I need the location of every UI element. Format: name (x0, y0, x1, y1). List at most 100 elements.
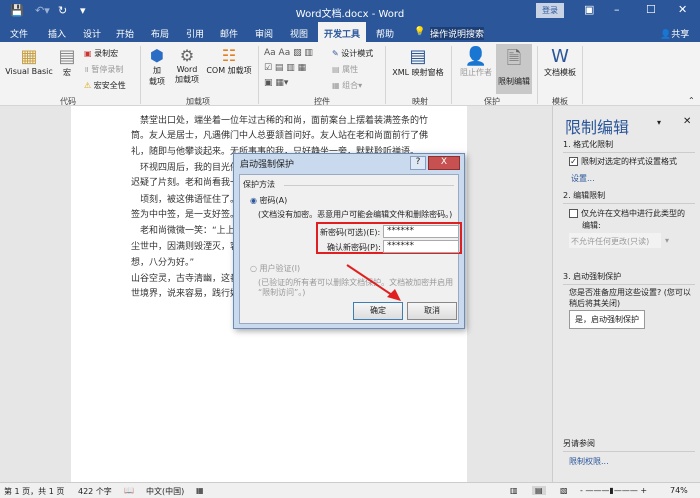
tell-me-search[interactable]: 操作说明搜索 (430, 27, 485, 40)
properties-button[interactable]: ▤ 属性 (332, 64, 358, 75)
print-layout-icon[interactable]: ▤ (532, 486, 546, 495)
design-mode-label: 设计模式 (341, 49, 374, 58)
design-mode-icon: ✎ (332, 49, 339, 58)
ok-button[interactable]: 确定 (353, 302, 403, 320)
editing-type-select[interactable]: 不允许任何更改(只读) ▾ (569, 233, 669, 248)
visual-basic-label: Visual Basic (5, 67, 53, 76)
language[interactable]: 中文(中国) (146, 486, 184, 497)
user-auth-radio[interactable]: ○ 用户验证(I) (250, 263, 300, 274)
word-addins-button[interactable]: ⚙ Word 加载项 (172, 46, 202, 85)
settings-link[interactable]: 设置... (571, 173, 595, 184)
share-label: 共享 (671, 30, 690, 40)
password-radio[interactable]: ◉ 密码(A) (250, 195, 287, 206)
formatting-checkbox-label: 限制对选定的样式设置格式 (581, 157, 677, 166)
page-count[interactable]: 第 1 页，共 1 页 (4, 486, 64, 497)
ribbon: ▦ Visual Basic ▤ 宏 ▣ 录制宏 ॥ 暂停录制 ⚠ 宏安全性 代码 … (0, 42, 700, 106)
restrict-editing-pane: 限制编辑 ▾ ✕ 1. 格式化限制 ✓ 限制对选定的样式设置格式 设置... 2.… (552, 106, 700, 482)
share-button[interactable]: 👤共享 (660, 27, 689, 40)
dialog-title: 启动强制保护 (240, 160, 295, 170)
start-enforcing-button[interactable]: 是，启动强制保护 (569, 310, 645, 329)
ribbon-tabs: 文件 插入 设计 开始 布局 引用 邮件 审阅 视图 开发工具 帮助 💡 操作说… (0, 22, 700, 42)
macros-label: 宏 (63, 68, 71, 77)
pane-options-icon[interactable]: ▾ (657, 118, 661, 127)
word-addins-label: Word (176, 65, 198, 74)
tab-insert[interactable]: 插入 (48, 27, 66, 40)
password-note: (文档没有加密。恶意用户可能会编辑文件和删除密码。) (258, 210, 453, 219)
document-template-button[interactable]: W 文档模板 (542, 46, 578, 78)
word-template-icon: W (551, 46, 569, 67)
divider (140, 46, 141, 104)
enforcement-question: 您是否准备应用这些设置? (您可以 (569, 288, 691, 297)
minimize-icon[interactable]: – (614, 3, 620, 16)
doc-line: 世境界，说来容易，践行好难 (131, 289, 249, 299)
addins-icon: ⬢ (150, 46, 164, 65)
help-button[interactable]: ? (410, 156, 426, 170)
pane-title: 限制编辑 (565, 118, 630, 137)
design-mode-button[interactable]: ✎ 设计模式 (332, 48, 373, 59)
web-layout-icon[interactable]: ▧ (560, 486, 568, 495)
dialog-close-button[interactable]: X (428, 156, 460, 170)
divider (284, 185, 454, 186)
section-editing: 2. 编辑限制 (563, 190, 695, 204)
pane-close-icon[interactable]: ✕ (683, 116, 691, 127)
login-button[interactable]: 登录 (536, 3, 564, 18)
checkbox-checked-icon: ✓ (569, 157, 578, 166)
tab-design[interactable]: 设计 (83, 27, 101, 40)
proofing-icon[interactable]: 📖 (124, 486, 134, 495)
tab-review[interactable]: 审阅 (255, 27, 273, 40)
cancel-button[interactable]: 取消 (407, 302, 457, 320)
doc-line: 筒。友人是居士，凡遇佛门中人总要颔首问好。友人站在老和尚面前行了佛 (131, 131, 429, 141)
macros-button[interactable]: ▤ 宏 (56, 46, 78, 78)
red-arrow-annotation (346, 264, 401, 301)
restrict-permission-link[interactable]: 限制权限... (569, 456, 609, 467)
start-enforcing-protection-dialog: 启动强制保护 ? X 保护方法 ◉ 密码(A) (文档没有加密。恶意用户可能会编… (233, 153, 465, 329)
tab-references[interactable]: 引用 (186, 27, 204, 40)
doc-line: 签为中中签，是一支好签。“ (131, 210, 244, 220)
divider (582, 46, 583, 104)
ribbon-display-icon[interactable]: ▣ (584, 3, 594, 16)
macro-security-button[interactable]: ⚠ 宏安全性 (84, 80, 126, 91)
zoom-slider[interactable]: - ———▮——— + (580, 486, 647, 495)
block-authors-icon: 👤 (464, 46, 488, 67)
editing-checkbox-label: 仅允许在文档中进行此类型的 (581, 209, 685, 218)
zoom-level[interactable]: 74% (670, 486, 688, 495)
tab-help[interactable]: 帮助 (376, 27, 394, 40)
tab-mailings[interactable]: 邮件 (220, 27, 238, 40)
tab-developer[interactable]: 开发工具 (318, 22, 367, 42)
restrict-editing-button[interactable]: 🗎 限制编辑 (496, 44, 532, 94)
com-addins-button[interactable]: ☷ COM 加载项 (204, 46, 254, 76)
close-icon[interactable]: ✕ (678, 3, 687, 16)
group-button[interactable]: ▦ 组合▾ (332, 80, 362, 91)
word-count[interactable]: 422 个字 (78, 486, 112, 497)
see-also-heading: 另请参阅 (563, 438, 695, 452)
tab-home[interactable]: 开始 (116, 27, 134, 40)
xml-mapping-label: XML 映射窗格 (392, 68, 444, 77)
macro-record-icon[interactable]: ▦ (196, 486, 204, 495)
record-macro-button[interactable]: ▣ 录制宏 (84, 48, 118, 59)
chevron-down-icon: ▾ (665, 236, 670, 245)
new-password-input[interactable]: ****** (383, 225, 459, 238)
divider (537, 46, 538, 104)
read-mode-icon[interactable]: ▥ (510, 486, 518, 495)
xml-mapping-button[interactable]: ▤ XML 映射窗格 (390, 46, 446, 78)
confirm-password-label: 确认新密码(P): (327, 243, 381, 252)
tab-layout[interactable]: 布局 (151, 27, 169, 40)
maximize-icon[interactable]: ☐ (646, 3, 656, 16)
pause-recording-button[interactable]: ॥ 暂停录制 (84, 64, 123, 75)
confirm-password-input[interactable]: ****** (383, 240, 459, 253)
lightbulb-icon: 💡 (414, 27, 426, 37)
editing-checkbox[interactable]: 仅允许在文档中进行此类型的 (569, 208, 685, 219)
tab-file[interactable]: 文件 (10, 27, 28, 40)
block-authors-button[interactable]: 👤 阻止作者 (458, 46, 494, 78)
formatting-checkbox[interactable]: ✓ 限制对选定的样式设置格式 (569, 156, 677, 167)
com-addins-icon: ☷ (221, 46, 237, 65)
word-addins-label-2: 加载项 (175, 75, 199, 84)
tab-view[interactable]: 视图 (290, 27, 308, 40)
doc-line: 老和尚微微一笑：“上上 (131, 226, 235, 236)
section-formatting: 1. 格式化限制 (563, 139, 695, 153)
restrict-editing-label: 限制编辑 (498, 77, 530, 86)
addins-button[interactable]: ⬢ 加载项 (146, 46, 168, 87)
content-controls[interactable]: Aa Aa ▨ ▥ ☑ ▤ ▥ ▦ ▣ ▦▾ (264, 46, 313, 91)
visual-basic-button[interactable]: ▦ Visual Basic (4, 46, 54, 76)
collapse-ribbon-icon[interactable]: ⌃ (688, 96, 695, 105)
